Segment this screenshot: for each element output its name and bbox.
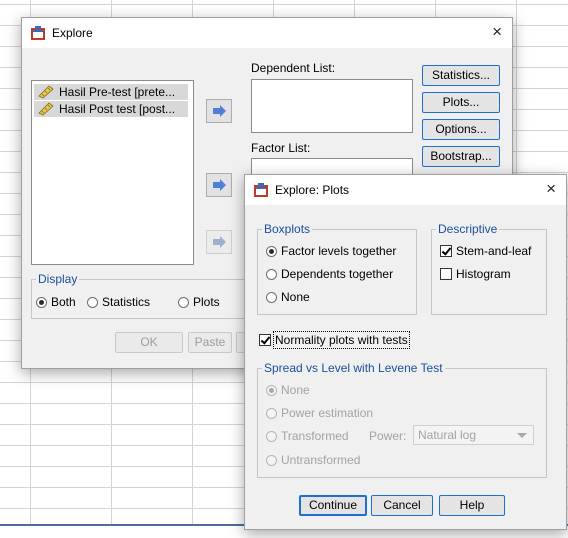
options-button[interactable]: Options... (422, 119, 500, 140)
radio-icon (266, 245, 277, 257)
boxplots-group: Boxplots Factor levels together Dependen… (257, 222, 417, 315)
list-item[interactable]: Hasil Pre-test [prete... (34, 84, 188, 100)
spread-vs-level-group: Spread vs Level with Levene Test None Po… (257, 361, 547, 478)
statistics-button[interactable]: Statistics... (422, 65, 500, 86)
radio-icon (266, 454, 277, 466)
bootstrap-button[interactable]: Bootstrap... (422, 146, 500, 167)
dependents-together-radio[interactable]: Dependents together (266, 267, 393, 281)
chevron-down-icon (517, 433, 527, 438)
close-icon[interactable]: × (546, 179, 556, 199)
spread-group-title: Spread vs Level with Levene Test (262, 361, 445, 375)
spss-app-icon (254, 183, 268, 197)
stem-and-leaf-checkbox[interactable]: Stem-and-leaf (440, 244, 531, 258)
variable-label: Hasil Post test [post... (59, 102, 176, 116)
display-statistics-radio[interactable]: Statistics (87, 295, 150, 309)
plots-title: Explore: Plots (275, 183, 350, 197)
ruler-scale-icon (38, 102, 54, 116)
explore-plots-dialog: Explore: Plots × Boxplots Factor levels … (244, 174, 567, 530)
plots-titlebar: Explore: Plots × (245, 175, 566, 205)
move-to-dependent-button[interactable] (206, 99, 232, 123)
display-both-radio[interactable]: Both (36, 295, 76, 309)
plots-button[interactable]: Plots... (422, 92, 500, 113)
radio-icon (87, 296, 98, 308)
factor-list-label: Factor List: (251, 141, 311, 155)
cancel-button[interactable]: Cancel (371, 495, 433, 516)
factor-levels-together-radio[interactable]: Factor levels together (266, 244, 396, 258)
variable-label: Hasil Pre-test [prete... (59, 85, 176, 99)
display-group: Display Both Statistics Plots (31, 272, 251, 319)
display-plots-radio[interactable]: Plots (178, 295, 220, 309)
display-group-title: Display (36, 272, 80, 286)
normality-plots-checkbox[interactable]: Normality plots with tests (259, 331, 410, 349)
move-to-factor-button[interactable] (206, 173, 232, 197)
boxplots-group-title: Boxplots (262, 222, 313, 236)
spread-none-radio[interactable]: None (266, 383, 310, 397)
close-icon[interactable]: × (492, 22, 502, 42)
ok-button[interactable]: OK (115, 332, 183, 353)
boxplots-none-radio[interactable]: None (266, 290, 310, 304)
help-button[interactable]: Help (439, 495, 505, 516)
radio-icon (266, 430, 277, 442)
radio-icon (178, 296, 189, 308)
descriptive-group-title: Descriptive (436, 222, 500, 236)
power-estimation-radio[interactable]: Power estimation (266, 406, 373, 420)
histogram-checkbox[interactable]: Histogram (440, 267, 511, 281)
move-to-label-button[interactable] (206, 230, 232, 254)
untransformed-radio[interactable]: Untransformed (266, 453, 360, 467)
explore-title: Explore (52, 26, 93, 40)
power-label: Power: (369, 429, 407, 443)
checkbox-icon (259, 334, 271, 346)
explore-titlebar: Explore × (22, 18, 512, 48)
checkbox-icon (440, 245, 452, 257)
dependent-list-label: Dependent List: (251, 61, 336, 75)
dependent-list[interactable] (251, 79, 413, 133)
move-right-arrow-icon (213, 105, 226, 117)
radio-icon (266, 384, 277, 396)
radio-icon (266, 291, 277, 303)
radio-icon (266, 407, 277, 419)
move-right-arrow-icon (213, 179, 226, 191)
radio-icon (36, 296, 47, 308)
ruler-scale-icon (38, 85, 54, 99)
spss-app-icon (31, 26, 45, 40)
paste-button[interactable]: Paste (188, 332, 232, 353)
continue-button[interactable]: Continue (299, 495, 367, 516)
descriptive-group: Descriptive Stem-and-leaf Histogram (431, 222, 547, 315)
radio-icon (266, 268, 277, 280)
move-right-arrow-icon (213, 236, 226, 248)
checkbox-icon (440, 268, 452, 280)
power-select[interactable]: Natural log (413, 425, 534, 445)
list-item[interactable]: Hasil Post test [post... (34, 101, 188, 117)
source-variable-list[interactable]: Hasil Pre-test [prete... Hasil Post test… (31, 80, 194, 265)
transformed-radio[interactable]: Transformed (266, 429, 349, 443)
